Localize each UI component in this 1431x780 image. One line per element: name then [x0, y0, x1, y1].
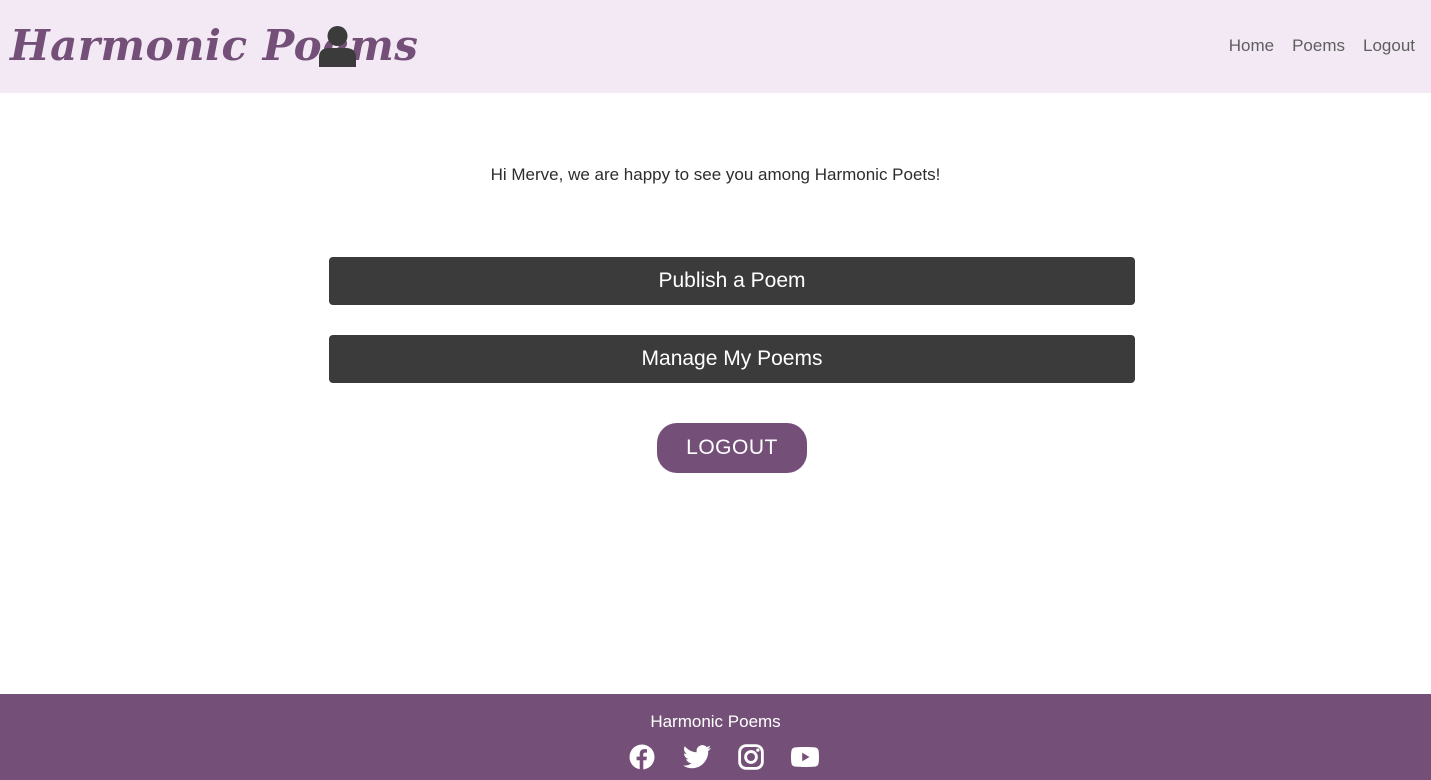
navbar: Harmonic Poems Home Poems Logout — [0, 0, 1431, 93]
instagram-icon[interactable] — [737, 744, 765, 770]
logout-button[interactable]: LOGOUT — [657, 423, 807, 473]
youtube-icon[interactable] — [791, 744, 819, 770]
facebook-icon[interactable] — [628, 744, 656, 770]
nav-logout-link[interactable]: Logout — [1363, 36, 1415, 56]
nav-home-link[interactable]: Home — [1229, 36, 1274, 56]
footer-title: Harmonic Poems — [650, 712, 781, 731]
publish-poem-button[interactable]: Publish a Poem — [329, 257, 1135, 305]
footer: Harmonic Poems — [0, 694, 1431, 780]
brand-logo[interactable]: Harmonic Poems — [10, 18, 418, 74]
welcome-message: Hi Merve, we are happy to see you among … — [490, 165, 941, 184]
twitter-icon[interactable] — [683, 744, 711, 770]
manage-poems-button[interactable]: Manage My Poems — [329, 335, 1135, 383]
nav-poems-link[interactable]: Poems — [1292, 36, 1345, 56]
user-icon[interactable] — [319, 26, 356, 67]
main-nav: Home Poems Logout — [1229, 34, 1415, 58]
